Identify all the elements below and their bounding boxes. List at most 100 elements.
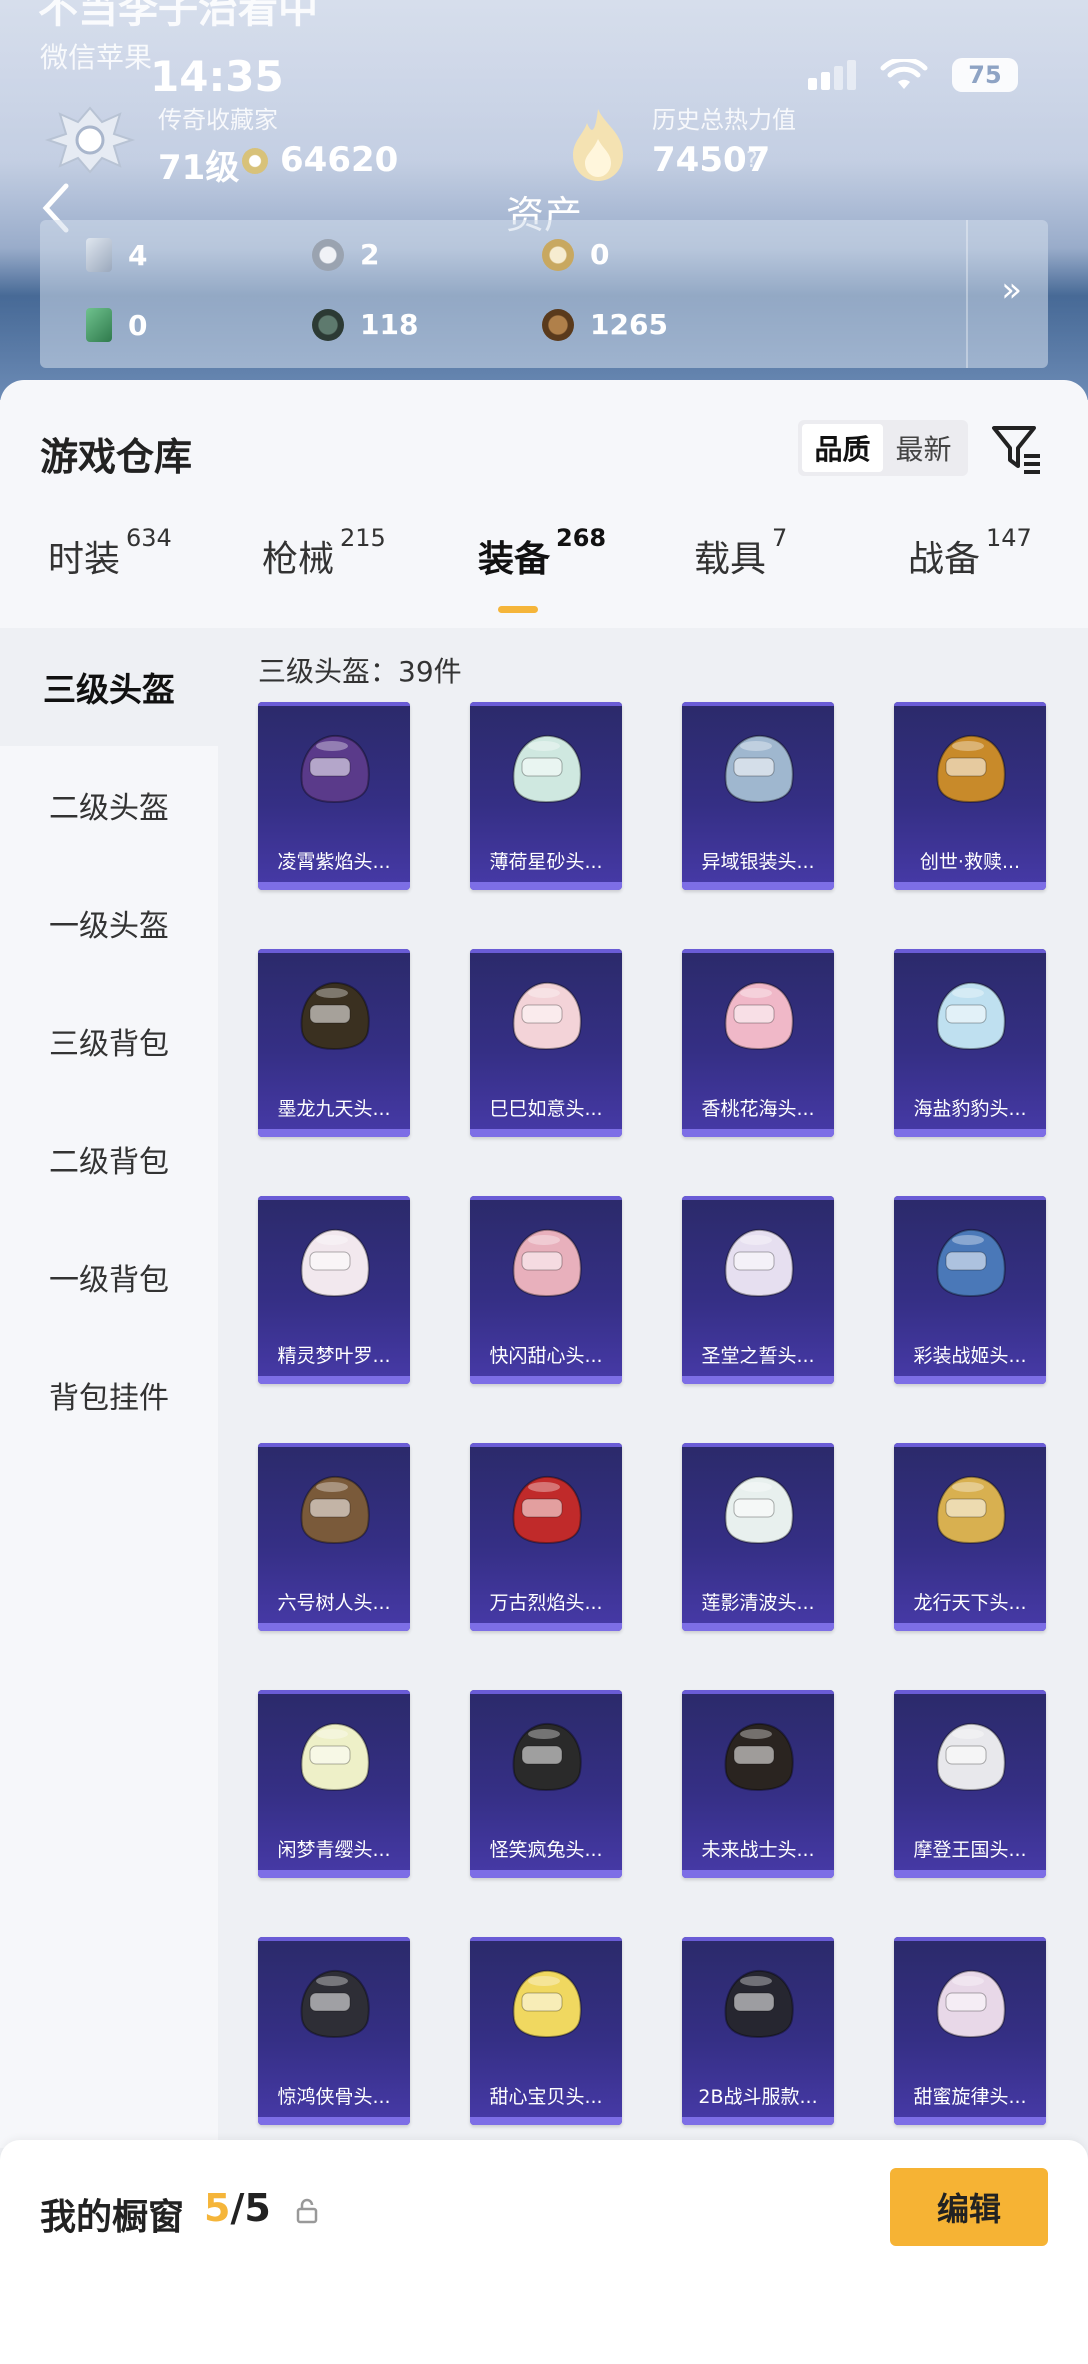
token-icon	[312, 308, 344, 341]
item-card[interactable]: 巳巳如意头...	[470, 949, 622, 1137]
item-name: 六号树人头...	[277, 1592, 391, 1614]
sidebar-item-level2-backpack[interactable]: 二级背包	[0, 1100, 218, 1218]
tab-count: 7	[772, 524, 788, 552]
tab-label: 枪械	[262, 539, 335, 580]
asset-item: 2	[312, 238, 379, 271]
item-card[interactable]: 莲影清波头...	[682, 1443, 834, 1631]
helmet-icon	[724, 1228, 794, 1298]
helmet-icon	[936, 1475, 1006, 1545]
showcase-title: 我的橱窗	[40, 2197, 185, 2238]
item-card[interactable]: 闲梦青缨头...	[258, 1690, 410, 1878]
helmet-icon	[512, 1475, 582, 1545]
sidebar-item-level1-helmet[interactable]: 一级头盔	[0, 864, 218, 982]
sidebar-item-level2-helmet[interactable]: 二级头盔	[0, 746, 218, 864]
item-name: 精灵梦叶罗...	[277, 1345, 391, 1367]
item-card[interactable]: 快闪甜心头...	[470, 1196, 622, 1384]
status-icons: 75	[808, 58, 1018, 92]
item-card[interactable]: 万古烈焰头...	[470, 1443, 622, 1631]
helmet-icon	[512, 981, 582, 1051]
helmet-icon	[512, 1969, 582, 2039]
showcase-count: 5/5	[204, 2186, 271, 2230]
item-name: 摩登王国头...	[913, 1839, 1027, 1861]
edit-button[interactable]: 编辑	[890, 2168, 1048, 2246]
tab-preparation[interactable]: 战备147	[908, 524, 1032, 582]
coin-icon	[242, 148, 268, 174]
tab-label: 装备	[478, 539, 551, 580]
showcase-footer: 我的橱窗 5/5 编辑	[0, 2140, 1088, 2364]
item-name: 怪笑疯兔头...	[489, 1839, 603, 1861]
item-card[interactable]: 彩装战姬头...	[894, 1196, 1046, 1384]
tab-fashion[interactable]: 时装634	[48, 524, 172, 582]
item-card[interactable]: 未来战士头...	[682, 1690, 834, 1878]
wifi-icon	[880, 59, 928, 89]
item-card[interactable]: 海盐豹豹头...	[894, 949, 1046, 1137]
helmet-icon	[724, 734, 794, 804]
silver-coin-icon	[312, 238, 344, 271]
sidebar-item-level3-backpack[interactable]: 三级背包	[0, 982, 218, 1100]
rarity-bar	[894, 1623, 1046, 1631]
sidebar-item-backpack-pendant[interactable]: 背包挂件	[0, 1336, 218, 1454]
rarity-bar	[682, 1129, 834, 1137]
rank-badge-icon	[44, 106, 136, 174]
sort-toggle[interactable]: 品质 最新	[798, 420, 968, 476]
profile-sub: 微信苹果	[40, 41, 153, 74]
asset-item: 0	[542, 238, 609, 271]
helmet-icon	[936, 981, 1006, 1051]
asset-item: 0	[86, 308, 147, 342]
item-card[interactable]: 龙行天下头...	[894, 1443, 1046, 1631]
item-card[interactable]: 创世·救赎...	[894, 702, 1046, 890]
item-card[interactable]: 摩登王国头...	[894, 1690, 1046, 1878]
item-card[interactable]: 凌霄紫焰头...	[258, 702, 410, 890]
rarity-bar	[682, 882, 834, 890]
showcase-total: 5	[244, 2186, 271, 2230]
item-card[interactable]: 2B战斗服款...	[682, 1937, 834, 2125]
item-card[interactable]: 怪笑疯兔头...	[470, 1690, 622, 1878]
item-name: 薄荷星砂头...	[489, 851, 603, 873]
item-card[interactable]: 异域银装头...	[682, 702, 834, 890]
tab-guns[interactable]: 枪械215	[262, 524, 386, 582]
item-card[interactable]: 甜蜜旋律头...	[894, 1937, 1046, 2125]
item-card[interactable]: 精灵梦叶罗...	[258, 1196, 410, 1384]
item-card[interactable]: 甜心宝贝头...	[470, 1937, 622, 2125]
helmet-icon	[936, 1722, 1006, 1792]
item-name: 创世·救赎...	[919, 851, 1021, 873]
tab-count: 634	[126, 524, 172, 552]
category-sidebar: 三级头盔 二级头盔 一级头盔 三级背包 二级背包 一级背包 背包挂件	[0, 628, 218, 2148]
showcase-current: 5	[204, 2186, 231, 2230]
asset-divider	[966, 220, 968, 368]
sort-quality[interactable]: 品质	[802, 424, 883, 472]
sidebar-item-level1-backpack[interactable]: 一级背包	[0, 1218, 218, 1336]
rarity-bar	[682, 2117, 834, 2125]
rarity-bar	[258, 1623, 410, 1631]
item-name: 2B战斗服款...	[698, 2086, 818, 2108]
item-name: 快闪甜心头...	[489, 1345, 603, 1367]
helmet-icon	[936, 734, 1006, 804]
asset-value: 4	[128, 238, 148, 272]
item-card[interactable]: 薄荷星砂头...	[470, 702, 622, 890]
item-name: 甜心宝贝头...	[489, 2086, 603, 2108]
item-card[interactable]: 惊鸿侠骨头...	[258, 1937, 410, 2125]
rarity-bar	[894, 2117, 1046, 2125]
item-card[interactable]: 圣堂之誓头...	[682, 1196, 834, 1384]
chevron-right-icon[interactable]: »	[1001, 270, 1022, 310]
filter-icon[interactable]	[990, 422, 1044, 474]
rarity-bar	[470, 1376, 622, 1384]
tab-equipment[interactable]: 装备268	[478, 524, 606, 582]
category-tabs: 时装634 枪械215 装备268 载具7 战备147	[0, 524, 1088, 610]
rarity-bar	[894, 1870, 1046, 1878]
item-name: 惊鸿侠骨头...	[277, 2086, 391, 2108]
help-icon[interactable]: ?	[746, 148, 758, 173]
tab-vehicles[interactable]: 载具7	[694, 524, 787, 582]
warehouse-sheet: 游戏仓库 品质 最新 时装634 枪械215 装备268 载具7 战备147 三…	[0, 380, 1088, 2364]
item-card[interactable]: 墨龙九天头...	[258, 949, 410, 1137]
item-card[interactable]: 香桃花海头...	[682, 949, 834, 1137]
sidebar-item-level3-helmet[interactable]: 三级头盔	[0, 628, 218, 746]
asset-panel[interactable]: 4 2 0 0 118 1265 »	[40, 220, 1048, 368]
rarity-bar	[682, 1870, 834, 1878]
tab-label: 战备	[908, 539, 981, 580]
item-card[interactable]: 六号树人头...	[258, 1443, 410, 1631]
sort-latest[interactable]: 最新	[883, 424, 964, 472]
flame-icon	[573, 109, 623, 181]
helmet-icon	[300, 981, 370, 1051]
tab-count: 215	[340, 524, 386, 552]
